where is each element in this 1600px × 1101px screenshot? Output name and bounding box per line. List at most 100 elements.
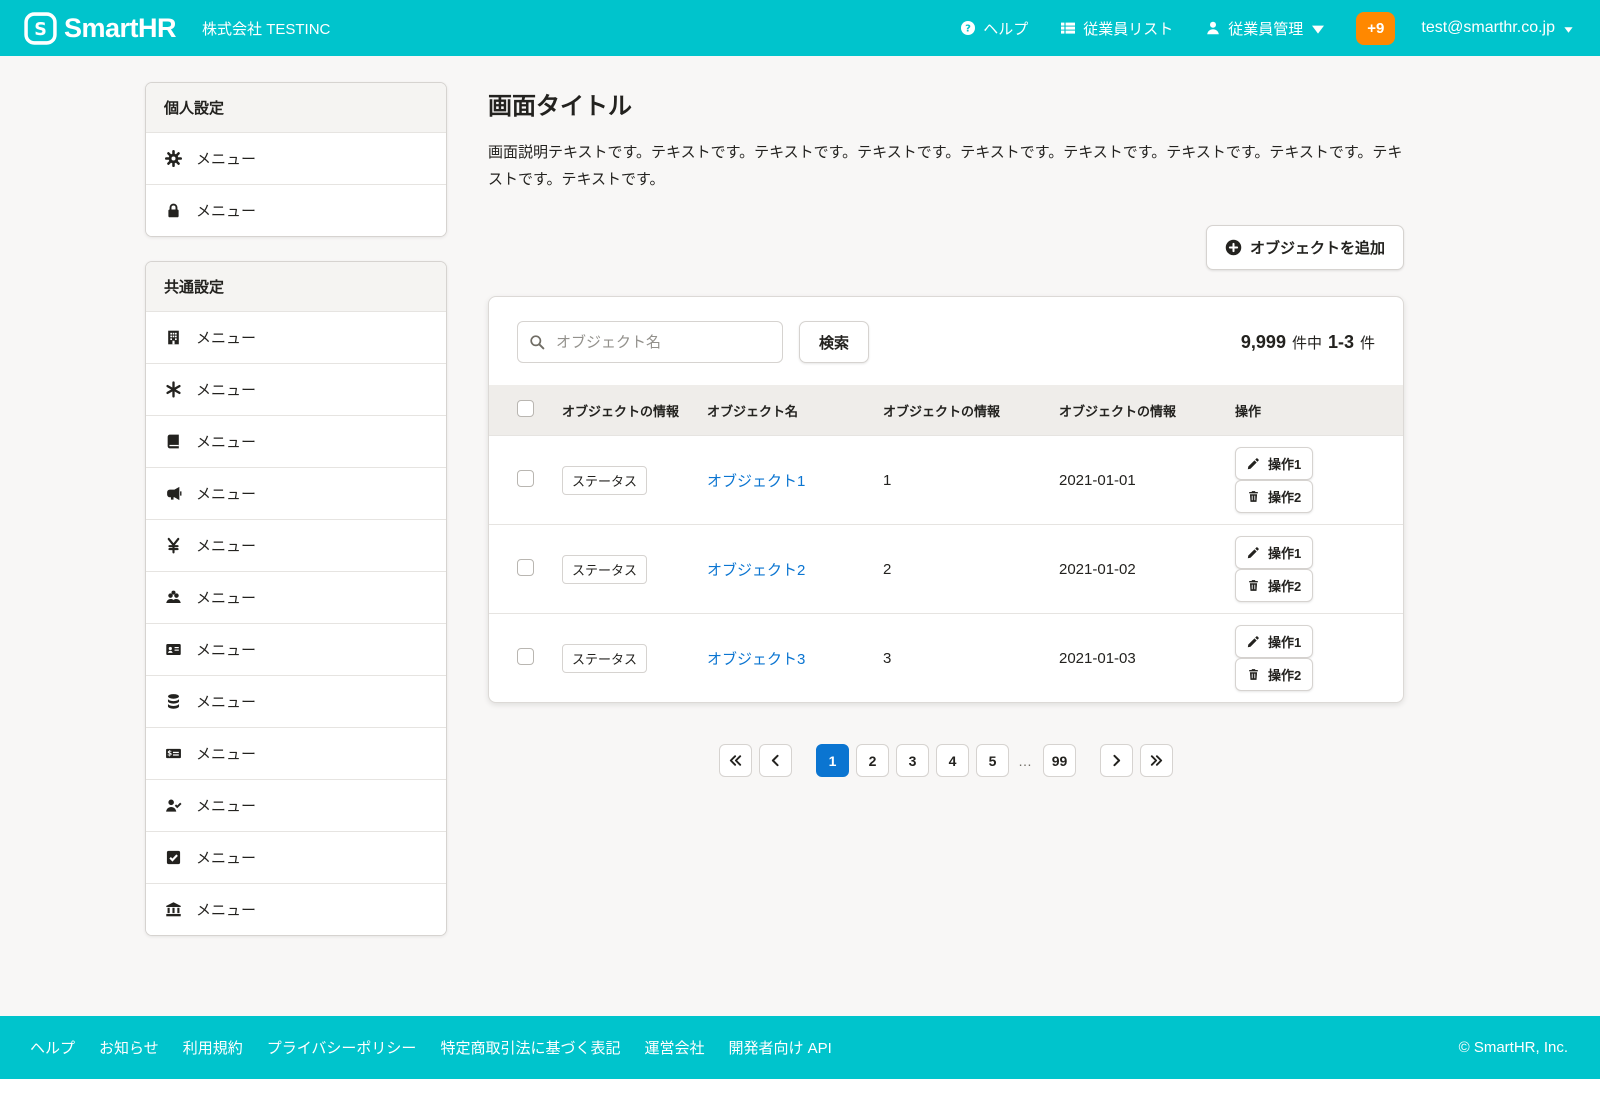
- sidebar-item-label: メニュー: [196, 200, 256, 221]
- edit-action-label: 操作1: [1268, 632, 1301, 651]
- column-header: オブジェクト名: [707, 385, 883, 436]
- header-nav-list[interactable]: 従業員リスト: [1060, 18, 1173, 39]
- trash-icon: [1247, 490, 1260, 503]
- footer-link[interactable]: プライバシーポリシー: [267, 1037, 417, 1058]
- users-icon: [164, 589, 182, 606]
- count-unit-range: 件: [1360, 332, 1375, 353]
- footer-link[interactable]: ヘルプ: [30, 1037, 75, 1058]
- footer-link[interactable]: 利用規約: [183, 1037, 243, 1058]
- account-menu[interactable]: test@smarthr.co.jp: [1421, 19, 1574, 37]
- id-card-icon: [164, 641, 182, 658]
- row-checkbox[interactable]: [517, 559, 534, 576]
- sidebar-item-label: メニュー: [196, 431, 256, 452]
- row-checkbox[interactable]: [517, 648, 534, 665]
- sidebar-section: 共通設定メニューメニューメニューメニューメニューメニューメニューメニュー$メニュ…: [145, 261, 447, 936]
- edit-action-button[interactable]: 操作1: [1235, 447, 1313, 480]
- sidebar-item-check-square[interactable]: メニュー: [146, 831, 446, 883]
- sidebar-item-label: メニュー: [196, 148, 256, 169]
- sidebar-item-asterisk[interactable]: メニュー: [146, 363, 446, 415]
- smarthr-logo[interactable]: S SmartHR: [24, 12, 176, 45]
- search-input[interactable]: [517, 321, 783, 363]
- sidebar-item-lock[interactable]: メニュー: [146, 184, 446, 236]
- pagination: 12345…99: [488, 744, 1404, 777]
- header-nav-help[interactable]: ?ヘルプ: [960, 18, 1028, 39]
- delete-action-button[interactable]: 操作2: [1235, 480, 1313, 513]
- sidebar-item-money-check[interactable]: $メニュー: [146, 727, 446, 779]
- table-row: ステータスオブジェクト332021-01-03操作1操作2: [489, 614, 1403, 703]
- plus-circle-icon: [1225, 239, 1242, 256]
- chevron-left-icon: [768, 753, 783, 768]
- footer-link[interactable]: 開発者向け API: [728, 1037, 831, 1058]
- bottom-strip: [0, 1079, 1600, 1101]
- page-description: 画面説明テキストです。テキストです。テキストです。テキストです。テキストです。テ…: [488, 139, 1404, 193]
- sidebar-item-database[interactable]: メニュー: [146, 675, 446, 727]
- user-check-icon: [164, 797, 182, 814]
- header-nav: ?ヘルプ 従業員リスト 従業員管理: [960, 18, 1326, 39]
- sidebar-item-gear[interactable]: メニュー: [146, 133, 446, 184]
- sidebar-item-users[interactable]: メニュー: [146, 571, 446, 623]
- sidebar-item-label: メニュー: [196, 639, 256, 660]
- sidebar-section-title: 共通設定: [146, 262, 446, 312]
- row-checkbox[interactable]: [517, 470, 534, 487]
- sidebar-item-book[interactable]: メニュー: [146, 415, 446, 467]
- object-link[interactable]: オブジェクト3: [707, 651, 805, 668]
- user-icon: [1205, 20, 1221, 36]
- object-link[interactable]: オブジェクト1: [707, 473, 805, 490]
- footer-link[interactable]: お知らせ: [99, 1037, 159, 1058]
- object-info-cell: 2: [883, 525, 1059, 614]
- delete-action-label: 操作2: [1268, 665, 1301, 684]
- object-link[interactable]: オブジェクト2: [707, 562, 805, 579]
- count-total: 9,999: [1241, 332, 1286, 353]
- svg-text:S: S: [34, 20, 47, 40]
- status-badge: ステータス: [562, 555, 647, 584]
- copyright: © SmartHR, Inc.: [1459, 1039, 1568, 1056]
- pagination-page-99[interactable]: 99: [1043, 744, 1076, 777]
- pagination-page-4[interactable]: 4: [936, 744, 969, 777]
- sidebar-item-yen[interactable]: メニュー: [146, 519, 446, 571]
- bullhorn-icon: [164, 485, 182, 502]
- pagination-page-1[interactable]: 1: [816, 744, 849, 777]
- edit-action-label: 操作1: [1268, 454, 1301, 473]
- footer-link[interactable]: 運営会社: [644, 1037, 704, 1058]
- search-button[interactable]: 検索: [799, 321, 869, 363]
- pagination-last[interactable]: [1140, 744, 1173, 777]
- pagination-prev[interactable]: [759, 744, 792, 777]
- footer-link[interactable]: 特定商取引法に基づく表記: [440, 1037, 620, 1058]
- sidebar-item-building[interactable]: メニュー: [146, 312, 446, 363]
- svg-text:$: $: [167, 749, 172, 757]
- sidebar-item-label: メニュー: [196, 587, 256, 608]
- edit-action-button[interactable]: 操作1: [1235, 536, 1313, 569]
- table-header-row: オブジェクトの情報 オブジェクト名 オブジェクトの情報 オブジェクトの情報 操作: [489, 385, 1403, 436]
- select-all-checkbox[interactable]: [517, 400, 534, 417]
- pagination-page-2[interactable]: 2: [856, 744, 889, 777]
- sidebar-item-user-check[interactable]: メニュー: [146, 779, 446, 831]
- delete-action-label: 操作2: [1268, 487, 1301, 506]
- sidebar-item-id-card[interactable]: メニュー: [146, 623, 446, 675]
- edit-action-label: 操作1: [1268, 543, 1301, 562]
- gear-icon: [164, 150, 182, 167]
- sidebar-item-landmark[interactable]: メニュー: [146, 883, 446, 935]
- sidebar-item-bullhorn[interactable]: メニュー: [146, 467, 446, 519]
- result-count: 9,999 件中 1-3 件: [1241, 332, 1375, 353]
- edit-action-button[interactable]: 操作1: [1235, 625, 1313, 658]
- header-nav-user[interactable]: 従業員管理: [1205, 18, 1326, 39]
- sidebar-item-label: メニュー: [196, 535, 256, 556]
- pagination-page-3[interactable]: 3: [896, 744, 929, 777]
- pencil-icon: [1247, 457, 1260, 470]
- add-object-button[interactable]: オブジェクトを追加: [1206, 225, 1404, 270]
- building-icon: [164, 329, 182, 346]
- pagination-page-5[interactable]: 5: [976, 744, 1009, 777]
- logo-text: SmartHR: [64, 13, 176, 44]
- status-badge: ステータス: [562, 644, 647, 673]
- notification-badge[interactable]: +9: [1356, 12, 1395, 45]
- pagination-next[interactable]: [1100, 744, 1133, 777]
- delete-action-button[interactable]: 操作2: [1235, 569, 1313, 602]
- count-range: 1-3: [1328, 332, 1354, 353]
- pagination-first[interactable]: [719, 744, 752, 777]
- delete-action-button[interactable]: 操作2: [1235, 658, 1313, 691]
- object-info-cell: 3: [883, 614, 1059, 703]
- svg-text:?: ?: [965, 24, 971, 35]
- object-list-card: 検索 9,999 件中 1-3 件: [488, 296, 1404, 703]
- column-header: オブジェクトの情報: [562, 385, 707, 436]
- main-content: 画面タイトル 画面説明テキストです。テキストです。テキストです。テキストです。テ…: [488, 82, 1404, 777]
